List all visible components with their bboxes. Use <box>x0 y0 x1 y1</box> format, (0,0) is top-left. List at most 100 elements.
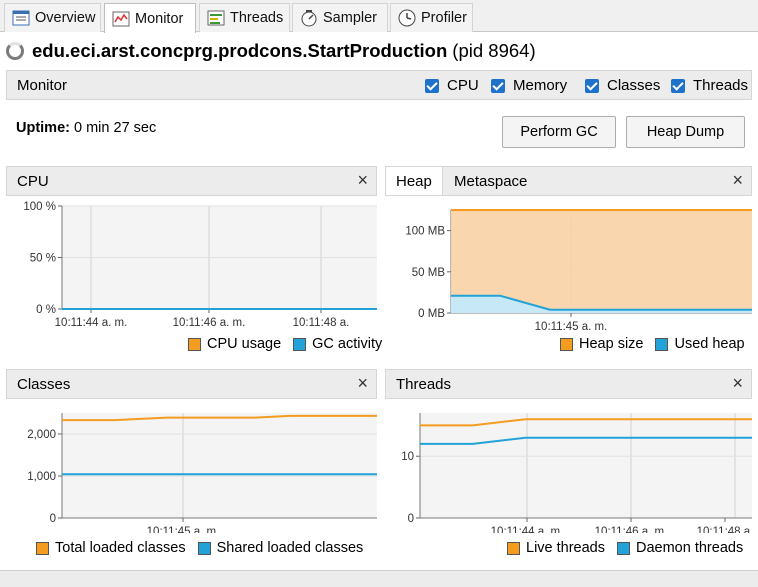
threads-chart: 10 0 10:11:44 a. m. 10:11:46 a. m. 10:11:48 … <box>401 413 752 533</box>
memory-checkbox-label: Memory <box>513 77 568 94</box>
threads-panel-title: Threads <box>396 376 452 393</box>
x-tick-label: 10:11:44 a. m. <box>55 317 128 329</box>
classes-checkbox[interactable]: Classes <box>585 77 660 94</box>
y-tick-label: 0 <box>408 513 414 525</box>
application-name: edu.eci.arst.concprg.prodcons.StartProdu… <box>32 40 448 61</box>
cpu-checkbox-label: CPU <box>447 77 479 94</box>
y-tick-label: 50 % <box>30 253 56 265</box>
legend-item: Total loaded classes <box>36 540 186 556</box>
legend-label: CPU usage <box>207 336 282 352</box>
classes-legend: Total loaded classes Shared loaded class… <box>24 540 363 556</box>
x-tick-label: 10:11:46 a. m. <box>173 317 246 329</box>
classes-checkbox-label: Classes <box>607 77 661 94</box>
x-tick-label: 10:11:45 a. m. <box>147 526 220 533</box>
legend-swatch <box>617 541 630 555</box>
cpu-checkbox[interactable]: CPU <box>425 77 479 94</box>
profiler-icon <box>397 8 417 28</box>
tab-sampler[interactable]: Sampler <box>292 3 388 32</box>
tab-metaspace[interactable]: Metaspace <box>444 167 537 195</box>
legend-swatch <box>655 337 669 351</box>
threads-panel-header: Threads × <box>385 369 752 399</box>
status-bar <box>0 570 758 587</box>
process-id: (pid 8964) <box>452 40 536 61</box>
x-tick-label: 10:11:48 a. <box>697 526 752 533</box>
heap-legend: Heap size Used heap <box>548 336 745 352</box>
legend-swatch <box>197 541 211 555</box>
plot-area <box>62 413 377 518</box>
legend-label: Used heap <box>674 336 745 352</box>
legend-swatch <box>188 337 201 351</box>
y-tick-label: 0 <box>50 513 56 525</box>
close-icon[interactable]: × <box>732 170 743 191</box>
x-tick-label: 10:11:48 a. <box>293 317 350 329</box>
legend-label: GC activity <box>312 336 383 352</box>
legend-item: Used heap <box>655 336 745 352</box>
y-tick-label: 1,000 <box>27 471 56 483</box>
legend-item: GC activity <box>293 336 382 352</box>
perform-gc-button[interactable]: Perform GC <box>502 116 616 148</box>
tab-threads[interactable]: Threads <box>199 3 290 32</box>
application-title: edu.eci.arst.concprg.prodcons.StartProdu… <box>6 38 536 64</box>
y-tick-label: 10 <box>401 451 414 463</box>
y-tick-label: 2,000 <box>27 429 56 441</box>
cpu-legend: CPU usage GC activity <box>176 336 382 352</box>
threads-checkbox-label: Threads <box>693 77 749 94</box>
y-tick-label: 100 MB <box>405 226 445 238</box>
tab-bar: Overview Monitor Threads Sampler Profile… <box>0 0 758 33</box>
legend-label: Shared loaded classes <box>216 540 364 556</box>
monitor-icon <box>111 9 131 29</box>
cpu-panel-title: CPU <box>17 173 49 190</box>
sampler-icon <box>299 8 319 28</box>
loading-spinner-icon <box>6 42 24 60</box>
y-tick-label: 0 MB <box>418 308 445 320</box>
heap-chart: 100 MB 50 MB 0 MB 10:11:45 a. m. <box>405 209 752 330</box>
threads-icon <box>206 8 226 28</box>
tab-profiler[interactable]: Profiler <box>390 3 473 32</box>
checkbox-checked-icon <box>585 78 599 93</box>
legend-item: Daemon threads <box>617 540 743 556</box>
uptime-value: 0 min 27 sec <box>74 120 157 136</box>
legend-item: Heap size <box>560 336 643 352</box>
classes-chart: 2,000 1,000 0 10:11:45 a. m. <box>27 413 377 533</box>
x-tick-label: 10:11:44 a. m. <box>491 526 564 533</box>
threads-checkbox[interactable]: Threads <box>671 77 748 94</box>
plot-area <box>420 413 752 518</box>
legend-item: Shared loaded classes <box>197 540 364 556</box>
tab-sampler-label: Sampler <box>323 10 377 26</box>
tab-profiler-label: Profiler <box>421 10 467 26</box>
legend-label: Heap size <box>579 336 644 352</box>
uptime: Uptime: 0 min 27 sec <box>16 120 156 136</box>
y-tick-label: 100 % <box>23 201 56 213</box>
legend-item: CPU usage <box>188 336 281 352</box>
x-tick-label: 10:11:45 a. m. <box>535 321 608 330</box>
cpu-panel-header: CPU × <box>6 166 377 196</box>
legend-label: Total loaded classes <box>55 540 186 556</box>
close-icon[interactable]: × <box>357 373 368 394</box>
legend-label: Live threads <box>526 540 605 556</box>
x-tick-label: 10:11:46 a. m. <box>595 526 668 533</box>
close-icon[interactable]: × <box>732 373 743 394</box>
checkbox-checked-icon <box>671 78 685 93</box>
tab-overview-label: Overview <box>35 10 96 26</box>
legend-swatch <box>36 541 49 555</box>
close-icon[interactable]: × <box>357 170 368 191</box>
legend-swatch <box>293 337 307 351</box>
memory-checkbox[interactable]: Memory <box>491 77 567 94</box>
monitor-title: Monitor <box>17 77 68 94</box>
uptime-label: Uptime: <box>16 120 70 136</box>
checkbox-checked-icon <box>425 78 439 93</box>
y-tick-label: 0 % <box>36 304 56 316</box>
classes-panel-title: Classes <box>17 376 71 393</box>
overview-icon <box>11 8 31 28</box>
tab-threads-label: Threads <box>230 10 284 26</box>
legend-swatch <box>560 337 573 351</box>
tab-overview[interactable]: Overview <box>4 3 101 32</box>
tab-monitor[interactable]: Monitor <box>104 3 196 33</box>
heap-dump-button[interactable]: Heap Dump <box>626 116 745 148</box>
tab-heap[interactable]: Heap <box>386 167 443 195</box>
cpu-chart: 100 % 50 % 0 %10:11:44 a. m. 10:11:46 a. m.… <box>23 201 377 329</box>
monitor-header: Monitor CPU Memory Classes Threads <box>6 70 752 100</box>
tab-monitor-label: Monitor <box>135 10 184 27</box>
classes-panel-header: Classes × <box>6 369 377 399</box>
heap-panel-header: Heap Metaspace × <box>385 166 752 196</box>
